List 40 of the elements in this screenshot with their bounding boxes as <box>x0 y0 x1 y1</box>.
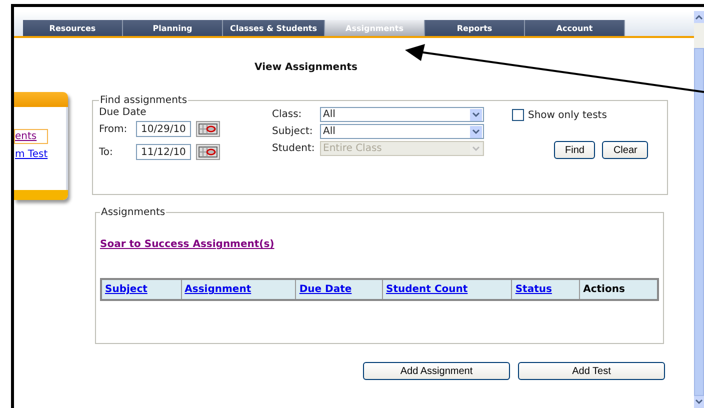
date-label: From: <box>99 124 128 134</box>
column-header[interactable]: Status <box>512 279 580 300</box>
filter-label: Subject: <box>272 126 314 137</box>
column-header: Actions <box>580 279 658 300</box>
panel-legend: Assignments <box>100 207 166 218</box>
due-date-label: Due Date <box>99 107 148 118</box>
nav-tab[interactable]: Planning <box>123 20 223 36</box>
add-button[interactable]: Add Test <box>518 362 665 380</box>
sidebar-link[interactable]: m Test <box>14 147 59 162</box>
sidebar-footer <box>14 190 68 200</box>
panel-legend: Find assignments <box>99 95 188 106</box>
nav-tab[interactable]: Resources <box>23 20 123 36</box>
scrollbar[interactable] <box>694 11 704 408</box>
calendar-icon[interactable] <box>196 144 220 160</box>
column-header[interactable]: Subject <box>101 279 182 300</box>
date-label: To: <box>99 146 114 158</box>
date-field[interactable]: 10/29/10 <box>136 121 191 137</box>
calendar-icon[interactable] <box>196 121 220 137</box>
search-button[interactable]: Clear <box>602 141 648 159</box>
sidebar-link[interactable]: ents <box>14 129 48 144</box>
nav-tab[interactable]: Account <box>525 20 625 36</box>
assignments-link[interactable]: Soar to Success Assignment(s) <box>100 239 274 250</box>
scroll-up-icon[interactable] <box>694 11 704 23</box>
date-field[interactable]: 11/12/10 <box>136 144 191 160</box>
checkbox[interactable] <box>512 109 524 121</box>
column-header[interactable]: Student Count <box>382 279 512 300</box>
dropdown[interactable]: All <box>320 107 484 122</box>
sidebar-header <box>14 92 68 107</box>
column-header[interactable]: Due Date <box>296 279 383 300</box>
nav-tab[interactable]: Reports <box>425 20 525 36</box>
checkbox-label: Show only tests <box>528 110 607 120</box>
nav-tab[interactable]: Classes & Students <box>223 20 325 36</box>
filter-label: Class: <box>272 109 303 120</box>
filter-label: Student: <box>272 143 316 154</box>
page-title: View Assignments <box>254 62 358 73</box>
column-header[interactable]: Assignment <box>181 279 296 300</box>
dropdown[interactable]: All <box>320 124 484 139</box>
scroll-down-icon[interactable] <box>694 396 704 408</box>
search-button[interactable]: Find <box>554 141 596 159</box>
add-button[interactable]: Add Assignment <box>363 362 510 380</box>
